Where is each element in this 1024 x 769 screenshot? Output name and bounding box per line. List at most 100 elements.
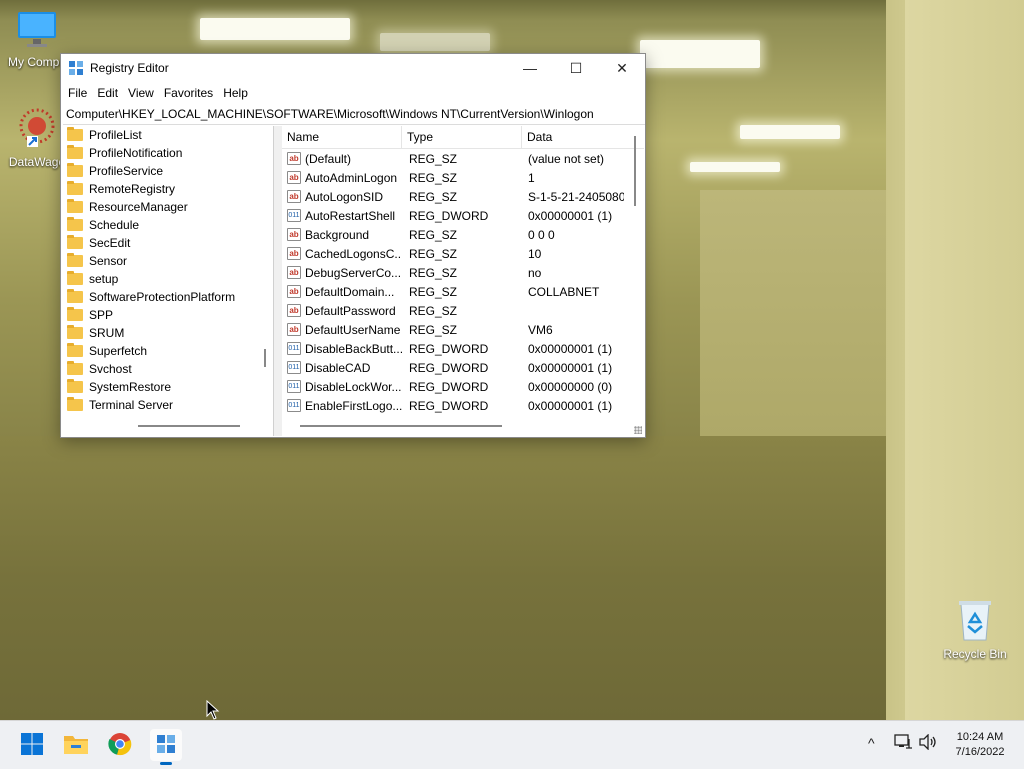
value-name: DisableBackButt... [305,341,402,356]
taskbar-chrome[interactable] [104,729,136,761]
tree-item[interactable]: SRUM [61,324,273,342]
chrome-icon [108,732,132,759]
value-data: 0x00000001 (1) [528,360,613,375]
mouse-cursor-icon [206,699,220,723]
value-row[interactable]: 011 DisableCAD REG_DWORD 0x00000001 (1) [282,358,644,377]
tree-item[interactable]: ProfileService [61,162,273,180]
value-name: AutoRestartShell [305,208,396,223]
network-icon[interactable] [894,734,912,753]
menu-edit[interactable]: Edit [92,86,123,100]
tree-item-label: SPP [89,308,114,322]
value-row[interactable]: ab (Default) REG_SZ (value not set) [282,149,644,168]
value-data: 10 [528,246,542,261]
tree-item[interactable]: SecEdit [61,234,273,252]
folder-icon [67,181,83,195]
tree-item-label: SecEdit [89,236,131,250]
tree-item[interactable]: SystemRestore [61,378,273,396]
tree-item[interactable]: Superfetch [61,342,273,360]
tree-horizontal-scrollbar[interactable] [138,425,240,427]
value-row[interactable]: 011 EnableFirstLogo... REG_DWORD 0x00000001… [282,396,644,415]
value-row[interactable]: 011 DisableBackButt... REG_DWORD 0x00000001… [282,339,644,358]
string-value-icon: ab [287,247,301,260]
minimize-button[interactable]: — [507,54,553,82]
tree-item[interactable]: Svchost [61,360,273,378]
value-name: Background [305,227,370,242]
value-row[interactable]: 011 AutoRestartShell REG_DWORD 0x00000001 (… [282,206,644,225]
value-row[interactable]: ab DefaultPassword REG_SZ [282,301,644,320]
value-type: REG_DWORD [409,398,489,413]
start-button[interactable] [16,729,48,761]
value-type: REG_SZ [409,284,458,299]
value-row[interactable]: ab AutoAdminLogon REG_SZ 1 [282,168,644,187]
value-name: AutoAdminLogon [305,170,398,185]
value-name: EnableFirstLogo... [305,398,402,413]
tree-item[interactable]: RemoteRegistry [61,180,273,198]
value-data: 0x00000001 (1) [528,398,613,413]
tree-item[interactable]: setup [61,270,273,288]
value-type: REG_SZ [409,151,458,166]
column-header-name[interactable]: Name [282,126,402,148]
tree-item-label: setup [89,272,119,286]
volume-icon[interactable] [918,733,938,753]
tree-item[interactable]: ResourceManager [61,198,273,216]
tree-item[interactable]: Schedule [61,216,273,234]
value-row[interactable]: ab CachedLogonsC... REG_SZ 10 [282,244,644,263]
tree-item[interactable]: SPP [61,306,273,324]
menu-help[interactable]: Help [218,86,253,100]
value-type: REG_DWORD [409,379,489,394]
value-name-cell: 011 AutoRestartShell [282,209,402,223]
maximize-button[interactable]: ☐ [553,54,599,82]
string-value-icon: ab [287,304,301,317]
taskbar-file-explorer[interactable] [60,729,92,761]
list-vertical-scrollbar[interactable] [634,136,636,206]
tree-item-label: Svchost [89,362,132,376]
tree-item[interactable]: SoftwareProtectionPlatform [61,288,273,306]
value-name-cell: 011 DisableCAD [282,361,402,375]
menu-favorites[interactable]: Favorites [159,86,218,100]
tree-item[interactable]: ProfileList [61,126,273,144]
value-row[interactable]: ab DebugServerCo... REG_SZ no [282,263,644,282]
resize-grip[interactable] [634,426,642,434]
value-type: REG_SZ [409,322,458,337]
address-bar[interactable]: Computer\HKEY_LOCAL_MACHINE\SOFTWARE\Mic… [63,104,645,125]
folder-icon [67,163,83,177]
folder-icon [67,325,83,339]
value-name: DisableLockWor... [305,379,402,394]
value-name: DisableCAD [305,360,371,375]
menu-view[interactable]: View [123,86,159,100]
value-row[interactable]: ab Background REG_SZ 0 0 0 [282,225,644,244]
menu-file[interactable]: File [63,86,92,100]
title-bar[interactable]: Registry Editor — ☐ ✕ [61,54,645,82]
list-horizontal-scrollbar[interactable] [300,425,502,427]
tree-item[interactable]: Sensor [61,252,273,270]
string-value-icon: ab [287,323,301,336]
value-row[interactable]: ab DefaultDomain... REG_SZ COLLABNET [282,282,644,301]
string-value-icon: ab [287,228,301,241]
value-row[interactable]: ab DefaultUserName REG_SZ VM6 [282,320,644,339]
tree-vertical-scrollbar[interactable] [264,349,266,367]
tree-item[interactable]: ProfileNotification [61,144,273,162]
system-clock[interactable]: 10:24 AM 7/16/2022 [940,730,1020,760]
value-type: REG_SZ [409,303,458,318]
string-value-icon: ab [287,266,301,279]
close-button[interactable]: ✕ [599,54,645,82]
registry-editor-window: Registry Editor — ☐ ✕ File Edit View Fav… [60,53,646,438]
desktop-icon-recycle-bin[interactable]: Recycle Bin [940,598,1010,661]
string-value-icon: ab [287,285,301,298]
value-row[interactable]: ab AutoLogonSID REG_SZ S-1-5-21-24050806 [282,187,644,206]
folder-icon [67,271,83,285]
tree-item-label: SoftwareProtectionPlatform [89,290,236,304]
folder-icon [67,307,83,321]
value-type: REG_SZ [409,227,458,242]
chevron-up-icon[interactable]: ^ [868,735,875,751]
tree-item-label: ProfileNotification [89,146,183,160]
folder-icon [67,361,83,375]
value-name-cell: ab AutoLogonSID [282,190,402,204]
tree-item[interactable]: Terminal Server [61,396,273,414]
taskbar-registry-editor[interactable] [150,729,182,765]
value-data: 0x00000001 (1) [528,341,613,356]
column-header-data[interactable]: Data [522,126,634,148]
value-row[interactable]: 011 DisableLockWor... REG_DWORD 0x00000000 … [282,377,644,396]
value-name: (Default) [305,151,352,166]
column-header-type[interactable]: Type [402,126,522,148]
